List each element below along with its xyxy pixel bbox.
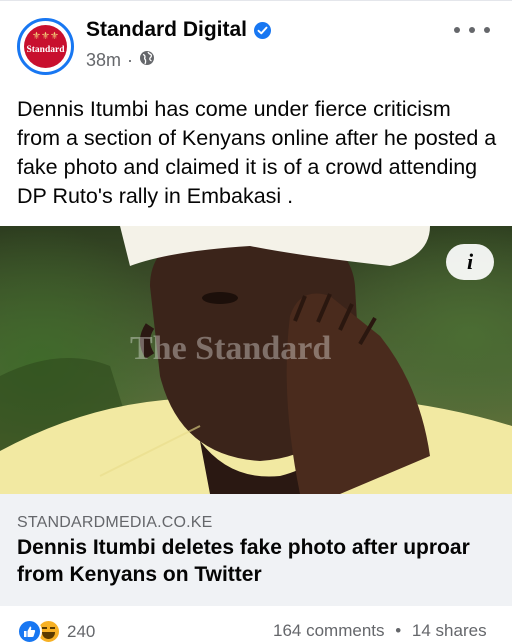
top-divider [0, 0, 512, 1]
more-options-button[interactable] [454, 20, 490, 40]
link-domain: STANDARDMEDIA.CO.KE [17, 514, 213, 531]
post-meta: 38m · [86, 50, 155, 71]
dot-icon [469, 27, 475, 33]
crest-icon: ⚜⚜⚜ [32, 31, 59, 42]
page-name-row: Standard Digital [86, 18, 272, 42]
comments-count[interactable]: 164 comments [273, 621, 385, 640]
page-name[interactable]: Standard Digital [86, 18, 247, 42]
reactions-summary[interactable]: 240 [17, 619, 95, 644]
dot-icon [454, 27, 460, 33]
standard-logo: ⚜⚜⚜ Standard [24, 25, 67, 68]
like-icon [17, 619, 42, 644]
engagement-counts: 164 comments • 14 shares [273, 621, 487, 641]
link-preview[interactable]: STANDARDMEDIA.CO.KE Dennis Itumbi delete… [0, 494, 512, 606]
post-text: Dennis Itumbi has come under fierce crit… [17, 97, 497, 208]
reaction-count: 240 [67, 621, 96, 641]
dot-icon [484, 27, 490, 33]
shares-count[interactable]: 14 shares [412, 621, 487, 640]
post-time[interactable]: 38m [86, 50, 121, 71]
verified-badge-icon [254, 21, 272, 39]
haha-eye [42, 627, 47, 629]
haha-mouth [42, 632, 55, 639]
engagement-separator: • [395, 621, 402, 640]
page-avatar[interactable]: ⚜⚜⚜ Standard [17, 18, 74, 75]
post-image[interactable]: The Standard i [0, 226, 512, 494]
avatar-text: Standard [26, 45, 65, 55]
image-watermark: The Standard [130, 330, 332, 367]
globe-icon [139, 50, 155, 71]
haha-eye [50, 627, 55, 629]
info-button[interactable]: i [446, 244, 494, 280]
link-title[interactable]: Dennis Itumbi deletes fake photo after u… [17, 534, 497, 588]
meta-separator: · [127, 50, 134, 70]
